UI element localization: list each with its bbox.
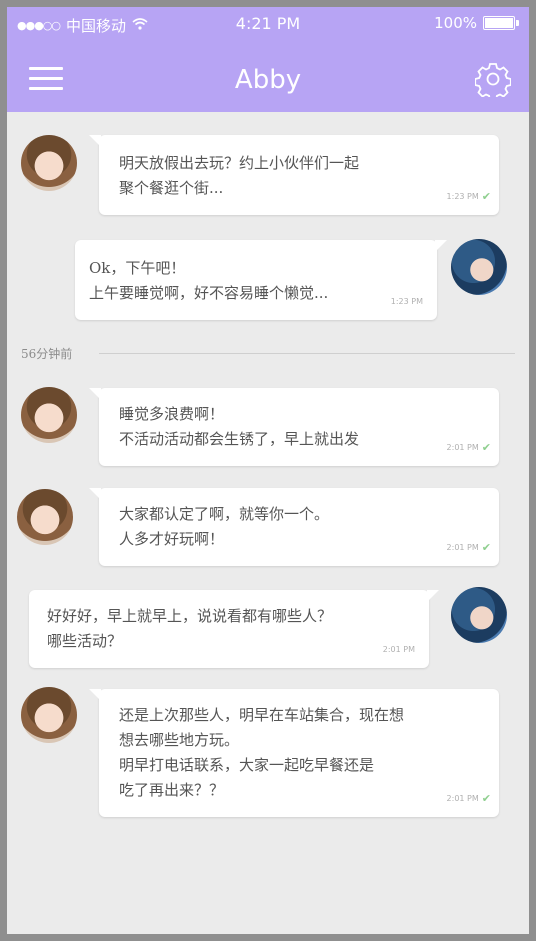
message-text: 还是上次那些人，明早在车站集合，现在想 想去哪些地方玩。 明早打电话联系，大家一… xyxy=(119,706,405,799)
user-avatar[interactable] xyxy=(451,587,507,643)
message-text: Ok，下午吧！ 上午要睡觉啊，好不容易睡个懒觉... xyxy=(89,259,329,302)
message-bubble[interactable]: Ok，下午吧！ 上午要睡觉啊，好不容易睡个懒觉... 1:23 PM xyxy=(75,240,447,320)
message-text: 明天放假出去玩？约上小伙伴们一起 聚个餐逛个街... xyxy=(119,154,360,197)
divider-label: 56分钟前 xyxy=(21,347,73,361)
contact-avatar[interactable] xyxy=(21,687,77,743)
battery-percent: 100% xyxy=(434,14,477,32)
top-bar: ●●●○○ 中国移动 4:21 PM 100% Abby xyxy=(7,7,529,112)
message-meta: 2:01 PM ✔ xyxy=(447,435,491,460)
message-time: 2:01 PM xyxy=(446,543,479,552)
status-bar: ●●●○○ 中国移动 4:21 PM 100% xyxy=(7,7,529,41)
contact-avatar[interactable] xyxy=(17,489,73,545)
message-text: 大家都认定了啊，就等你一个。 人多才好玩啊！ xyxy=(119,505,330,548)
divider-line xyxy=(99,353,515,354)
message-meta: 2:01 PM ✔ xyxy=(447,535,491,560)
phone-screen: ●●●○○ 中国移动 4:21 PM 100% Abby 明天放假出去玩？约上小… xyxy=(7,7,529,934)
message-time: 2:01 PM xyxy=(446,794,479,803)
message-text: 好好好，早上就早上，说说看都有哪些人？ 哪些活动？ xyxy=(47,607,333,650)
message-meta: 2:01 PM xyxy=(383,637,415,662)
battery-icon xyxy=(483,16,519,30)
message-bubble[interactable]: 大家都认定了啊，就等你一个。 人多才好玩啊！ 2:01 PM ✔ xyxy=(89,488,499,566)
message-time: 2:01 PM xyxy=(382,645,415,654)
message-bubble[interactable]: 好好好，早上就早上，说说看都有哪些人？ 哪些活动？ 2:01 PM xyxy=(29,590,439,668)
message-bubble[interactable]: 明天放假出去玩？约上小伙伴们一起 聚个餐逛个街... 1:23 PM ✔ xyxy=(89,135,499,215)
contact-avatar[interactable] xyxy=(21,135,77,191)
read-check-icon: ✔ xyxy=(481,541,491,554)
nav-bar: Abby xyxy=(7,43,529,109)
message-meta: 1:23 PM ✔ xyxy=(447,184,491,209)
message-bubble[interactable]: 还是上次那些人，明早在车站集合，现在想 想去哪些地方玩。 明早打电话联系，大家一… xyxy=(89,689,499,817)
user-avatar[interactable] xyxy=(451,239,507,295)
page-title: Abby xyxy=(234,65,302,95)
time-divider: 56分钟前 xyxy=(21,345,515,361)
message-time: 1:23 PM xyxy=(390,297,423,306)
read-check-icon: ✔ xyxy=(481,792,491,805)
contact-avatar[interactable] xyxy=(21,387,77,443)
message-bubble[interactable]: 睡觉多浪费啊！ 不活动活动都会生锈了，早上就出发 2:01 PM ✔ xyxy=(89,388,499,466)
message-text: 睡觉多浪费啊！ 不活动活动都会生锈了，早上就出发 xyxy=(119,405,360,448)
battery-status: 100% xyxy=(434,14,519,32)
message-meta: 2:01 PM ✔ xyxy=(447,786,491,811)
read-check-icon: ✔ xyxy=(481,190,491,203)
read-check-icon: ✔ xyxy=(481,441,491,454)
message-time: 1:23 PM xyxy=(446,192,479,201)
message-meta: 1:23 PM xyxy=(391,289,423,314)
gear-icon[interactable] xyxy=(474,61,512,101)
message-time: 2:01 PM xyxy=(446,443,479,452)
